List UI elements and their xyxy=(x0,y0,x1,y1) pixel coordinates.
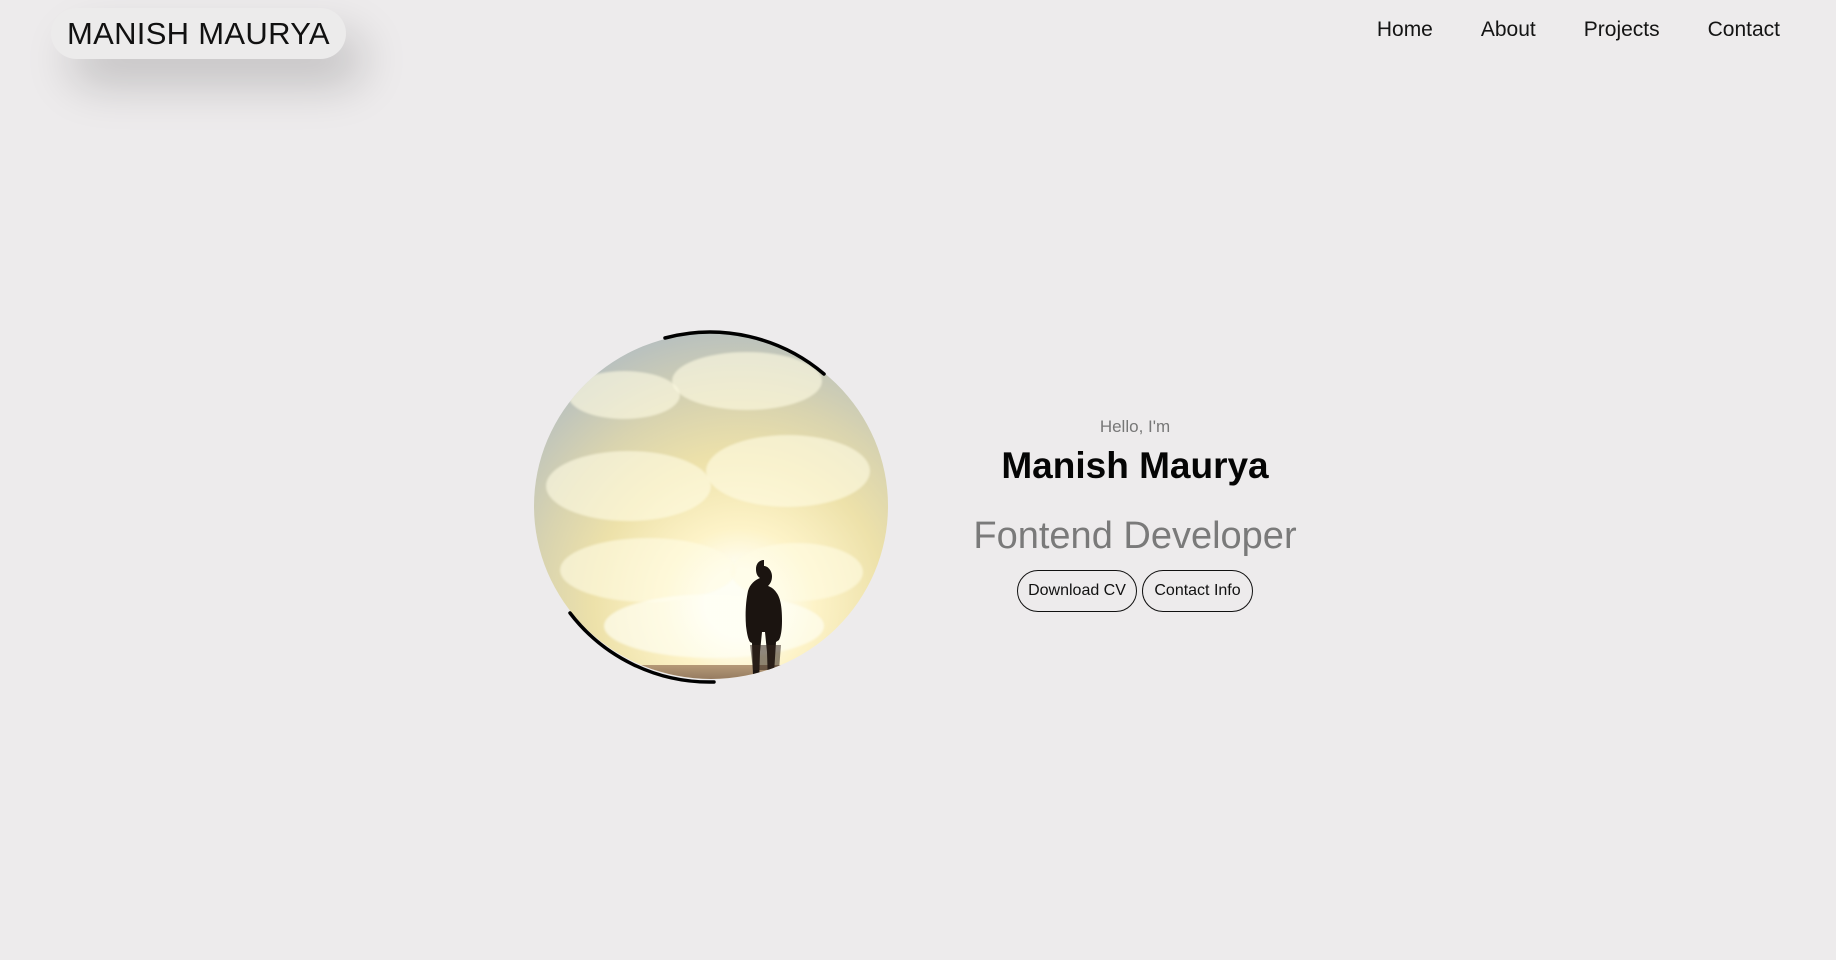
hero-role: Fontend Developer xyxy=(973,514,1297,557)
download-cv-button[interactable]: Download CV xyxy=(1017,569,1137,612)
nav-contact[interactable]: Contact xyxy=(1708,18,1780,42)
hero-text: Hello, I'm Manish Maurya Fontend Develop… xyxy=(920,413,1350,612)
hero-name: Manish Maurya xyxy=(1001,445,1269,486)
nav-projects[interactable]: Projects xyxy=(1584,18,1660,42)
page: MANISH MAURYA Home About Projects Contac… xyxy=(0,0,1836,960)
nav-about[interactable]: About xyxy=(1481,18,1536,42)
profile-ring xyxy=(568,330,826,684)
greeting-text: Hello, I'm xyxy=(1099,417,1171,436)
contact-info-button[interactable]: Contact Info xyxy=(1142,569,1253,612)
nav-home[interactable]: Home xyxy=(1377,18,1433,42)
main-navigation: Home About Projects Contact xyxy=(1377,18,1780,42)
content-area: MANISH MAURYA Home About Projects Contac… xyxy=(0,0,1836,960)
profile-section xyxy=(534,330,888,685)
hero-actions: Download CV Contact Info xyxy=(920,569,1350,612)
site-logo[interactable]: MANISH MAURYA xyxy=(51,8,346,59)
